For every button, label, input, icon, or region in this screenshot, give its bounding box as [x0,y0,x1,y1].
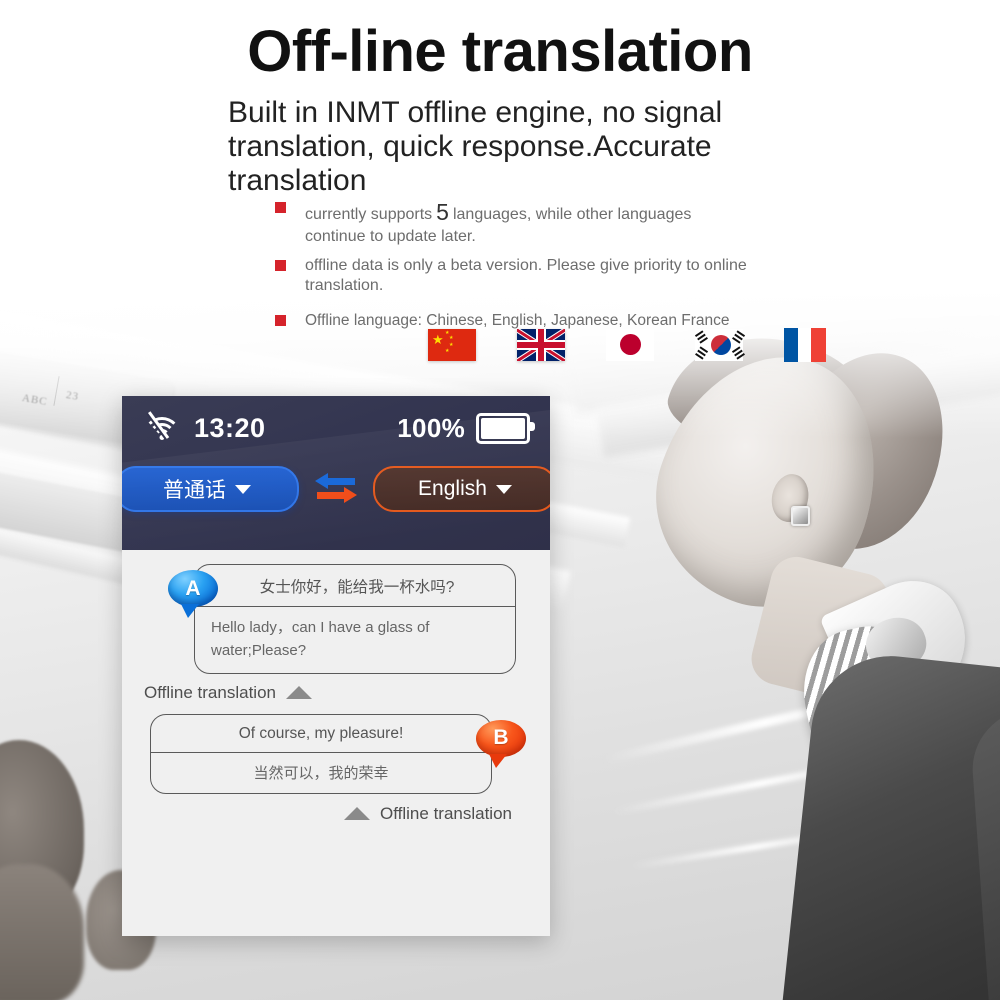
status-bar: 13:20 100% [122,396,550,460]
triangle-up-icon [285,686,312,699]
message-original-text: 女士你好，能给我一杯水吗? [195,565,515,607]
status-time: 13:20 [194,412,266,443]
avatar-speaker-b: B [476,719,526,768]
star-glyph: ★ [445,348,450,354]
taegeuk-symbol [711,335,731,355]
message-translated-text: 当然可以，我的荣幸 [253,764,389,782]
triangle-up-icon [344,807,371,820]
france-flag-icon [784,328,826,362]
swap-arrows-icon[interactable] [313,470,359,508]
bullet-highlight-number: 5 [436,199,449,225]
offline-translation-label: Offline translation [144,682,276,702]
star-glyph: ★ [432,332,444,347]
battery-percent-label: 100% [397,412,465,443]
page-subtitle: Built in INMT offline engine, no signal … [228,96,723,197]
korea-flag-icon [695,329,743,361]
target-language-label: English [418,477,487,500]
star-glyph: ★ [449,335,454,341]
feature-bullet-list: currently supports 5 languages, while othe… [275,198,755,339]
message-bubble-b[interactable]: Of course, my pleasure! 当然可以，我的荣幸 [150,713,492,794]
bullet-square-icon [275,202,286,213]
target-language-selector[interactable]: English [373,466,550,512]
bullet-text: Offline language: Chinese, English, Japa… [305,311,730,329]
translator-device-screen: 13:20 100% 普通话 English A 女士你好，能给我一杯水吗? H… [122,396,550,936]
japan-flag-icon [606,329,654,361]
message-bubble-a[interactable]: 女士你好，能给我一杯水吗? Hello lady，can I have a gl… [194,564,516,674]
star-glyph: ★ [449,342,454,348]
china-flag-icon: ★ ★ ★ ★ ★ [428,329,476,361]
avatar-speaker-a: A [168,570,218,618]
source-language-selector[interactable]: 普通话 [122,466,299,512]
bullet-square-icon [275,314,286,326]
bullet-square-icon [275,259,286,271]
source-language-label: 普通话 [163,479,226,502]
chevron-down-icon [235,484,251,494]
page-title: Off-line translation [247,19,753,84]
chevron-down-icon [495,484,512,494]
offline-translation-indicator-b[interactable]: Offline translation [142,804,512,824]
device-header: 13:20 100% 普通话 English [122,396,550,550]
list-item: currently supports 5 languages, while othe… [275,198,755,248]
language-selector-bar: 普通话 English [122,466,550,512]
page-root: ABC 23 Off-line translation Built in INM… [0,0,1000,1000]
conversation-area: A 女士你好，能给我一杯水吗? Hello lady，can I have a … [122,550,550,936]
list-item: offline data is only a beta version. Ple… [275,256,755,297]
message-row-b: B Of course, my pleasure! 当然可以，我的荣幸 [142,713,530,794]
japan-sun-disc [620,334,641,355]
bullet-text-before: currently supports [305,206,433,223]
message-original-text: Of course, my pleasure! [151,715,491,753]
offline-translation-indicator-a[interactable]: Offline translation [144,683,530,703]
uk-flag-icon [517,329,565,361]
attendant-earring [791,506,810,526]
offline-translation-label: Offline translation [380,803,512,823]
message-row-a: A 女士你好，能给我一杯水吗? Hello lady，can I have a … [142,564,530,674]
bullet-text: offline data is only a beta version. Ple… [305,256,747,295]
message-translated-text: Hello lady，can I have a glass of water;P… [211,619,430,660]
wifi-off-icon [143,411,181,441]
battery-full-icon [476,412,535,444]
supported-language-flags: ★ ★ ★ ★ ★ [428,328,826,362]
